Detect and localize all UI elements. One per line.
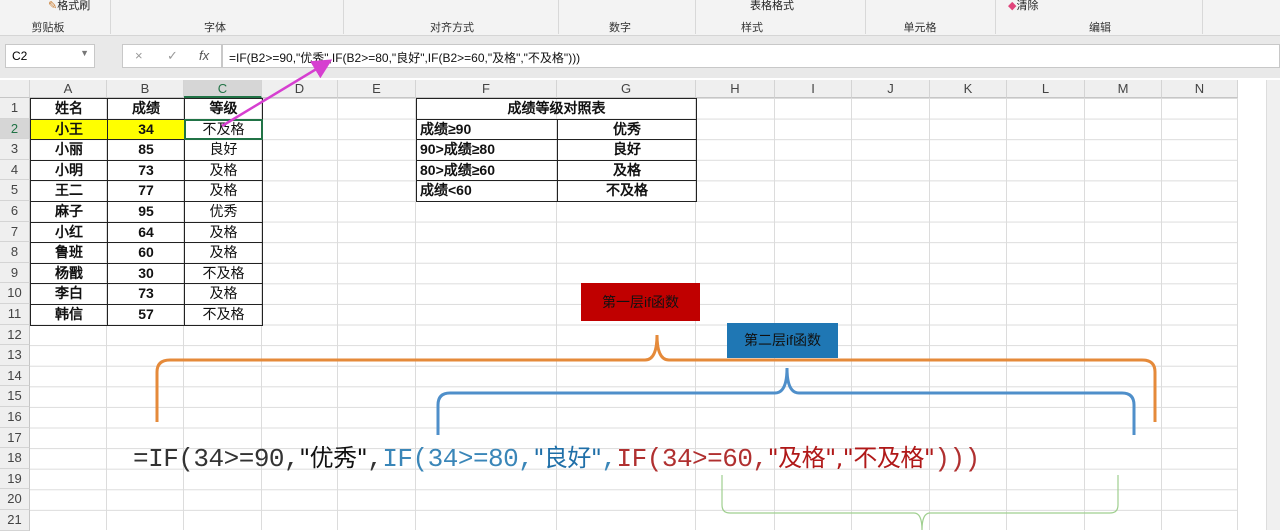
formula-part1-sep: , <box>367 444 383 474</box>
formula-part3-text: "及格","不及格" <box>767 444 935 472</box>
formula-part3: IF(34>=60, <box>616 444 769 474</box>
formula-part1-text: "优秀" <box>299 444 368 472</box>
formula-part3-close: ))) <box>934 444 980 474</box>
formula-part2-sep: , <box>601 444 617 474</box>
layer2-brace <box>436 367 1136 435</box>
pointer-arrow <box>221 59 333 128</box>
explained-formula: =IF(34>=90,"优秀",IF(34>=80,"良好",IF(34>=60… <box>133 438 980 474</box>
layer2-label: 第二层if函数 <box>727 323 838 358</box>
layer1-label: 第一层if函数 <box>581 283 700 321</box>
layer3-brace <box>721 475 1119 530</box>
formula-part2: IF(34>=80, <box>382 444 534 474</box>
layer1-brace <box>155 334 1157 422</box>
formula-part2-text: "良好" <box>533 444 602 472</box>
formula-part1: =IF(34>=90, <box>133 444 300 474</box>
